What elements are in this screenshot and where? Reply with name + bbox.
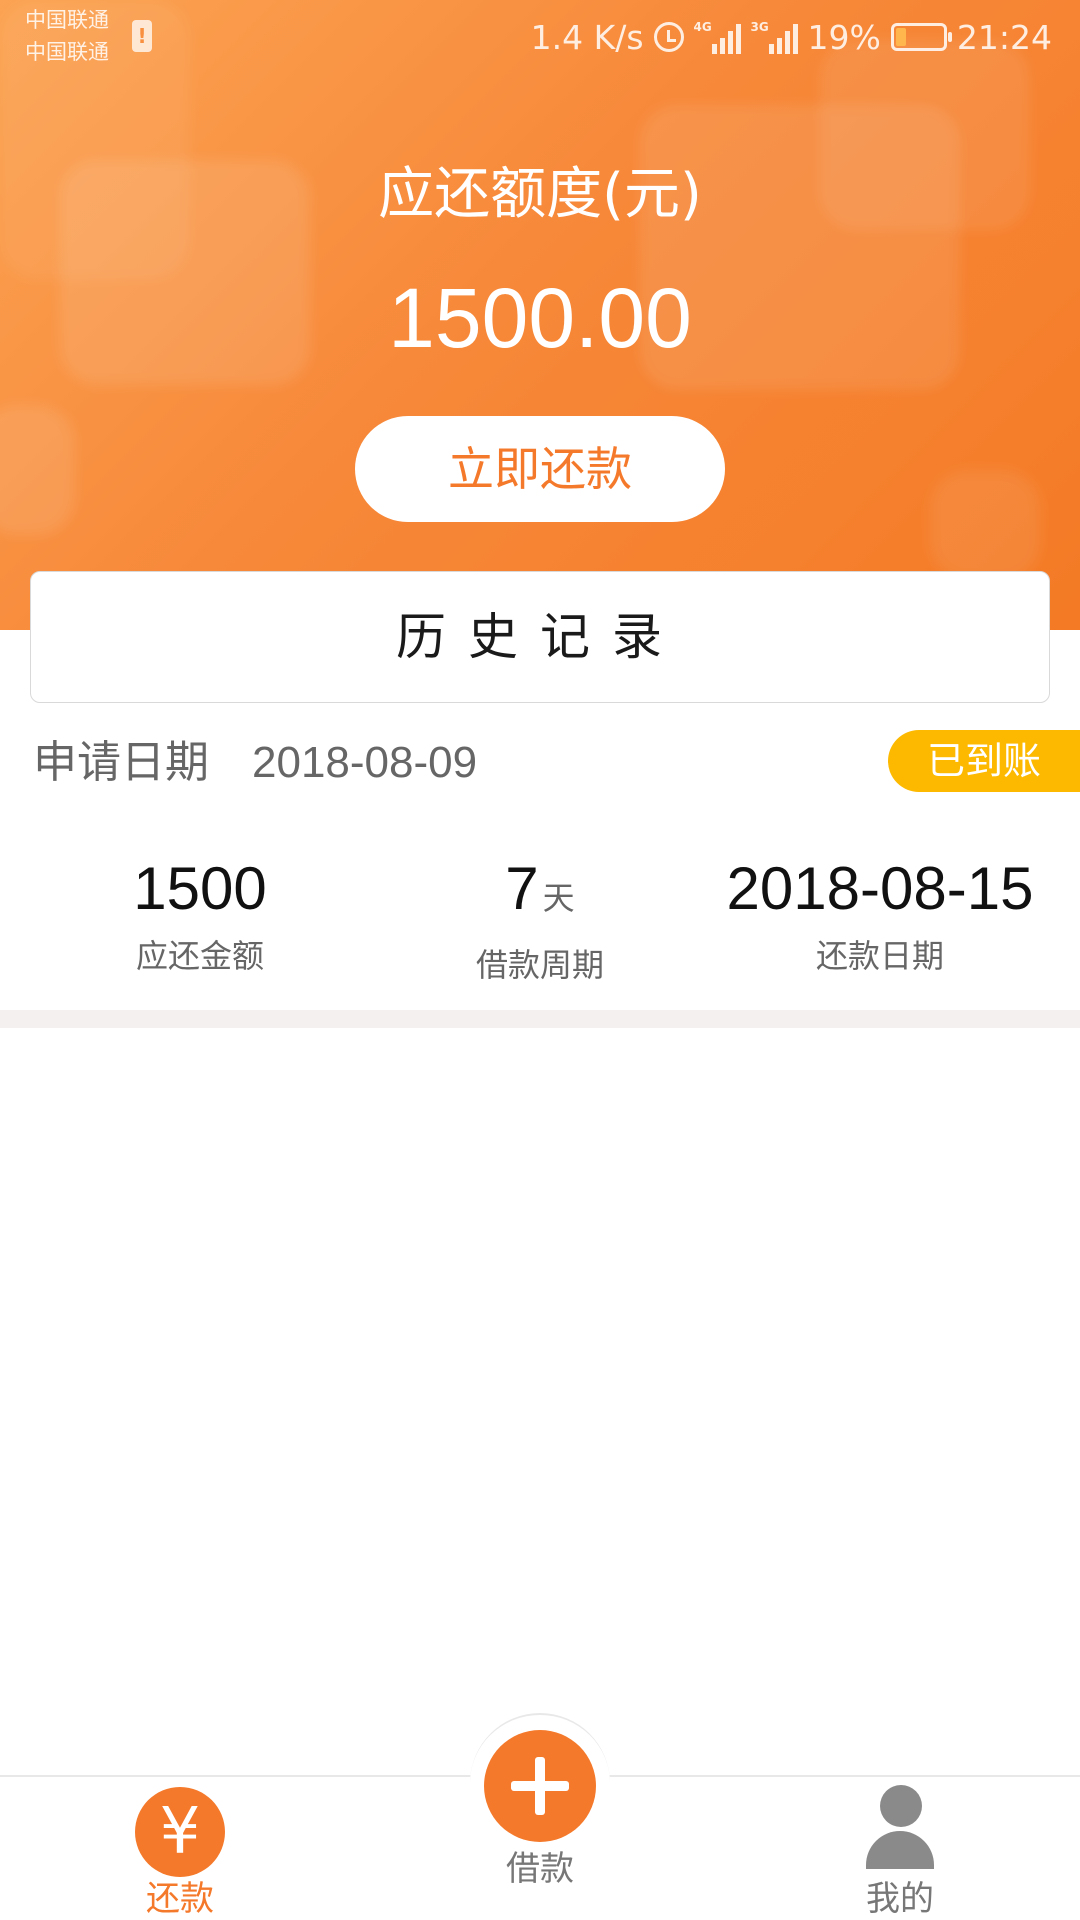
battery-percent: 19% xyxy=(807,17,881,57)
network-type: 3G xyxy=(750,20,769,34)
apply-date-value: 2018-08-09 xyxy=(252,738,478,787)
due-date-stat: 2018-08-15 还款日期 xyxy=(710,850,1050,984)
apply-date-label: 申请日期 xyxy=(33,737,209,788)
tab-borrow-label: 借款 xyxy=(506,1849,574,1889)
tab-mine[interactable]: 我的 xyxy=(790,1777,1010,1920)
history-records-button[interactable]: 历史记录 xyxy=(30,571,1050,703)
loan-period-stat: 7天 借款周期 xyxy=(370,850,710,993)
alarm-icon xyxy=(653,22,684,52)
loan-record[interactable]: 申请日期 2018-08-09 已到账 1500 应还金额 7天 借款周期 20… xyxy=(0,720,1080,1010)
amount-due-label: 应还额度(元) xyxy=(378,162,702,227)
repay-amount-value: 1500 xyxy=(133,855,267,922)
clock: 21:24 xyxy=(956,17,1052,57)
repay-now-button[interactable]: 立即还款 xyxy=(355,416,725,522)
plus-icon[interactable] xyxy=(484,1730,596,1842)
signal-icon: 3G xyxy=(751,20,798,54)
yuan-icon: ¥ xyxy=(135,1787,225,1877)
due-date-value: 2018-08-15 xyxy=(726,855,1034,922)
loan-period-label: 借款周期 xyxy=(475,946,604,984)
sim-alert-icon xyxy=(132,20,152,52)
amount-due-value: 1500.00 xyxy=(388,271,692,365)
status-badge: 已到账 xyxy=(888,730,1080,792)
user-icon xyxy=(866,1785,934,1881)
tab-repay[interactable]: ¥ 还款 xyxy=(70,1777,290,1920)
background-decoration xyxy=(0,405,75,535)
screen: 中国联通 中国联通 1.4 K/s 4G 3G 19% 21:24 应还额度(元… xyxy=(0,0,1080,1920)
battery-icon xyxy=(890,23,952,51)
carrier-label: 中国联通 xyxy=(25,40,109,64)
status-bar: 中国联通 中国联通 1.4 K/s 4G 3G 19% 21:24 xyxy=(0,0,1080,75)
section-divider xyxy=(0,1010,1080,1028)
tab-repay-label: 还款 xyxy=(146,1879,214,1919)
signal-icon: 4G xyxy=(694,20,741,54)
repay-amount-stat: 1500 应还金额 xyxy=(30,850,370,984)
due-date-label: 还款日期 xyxy=(815,937,944,975)
loan-period-unit: 天 xyxy=(542,879,575,917)
loan-period-value: 7 xyxy=(505,855,539,922)
repay-amount-label: 应还金额 xyxy=(135,937,264,975)
network-speed: 1.4 K/s xyxy=(530,17,644,57)
loan-period-value-row: 7天 xyxy=(370,850,710,937)
background-decoration xyxy=(930,470,1040,580)
network-type: 4G xyxy=(693,20,712,34)
tab-mine-label: 我的 xyxy=(866,1879,934,1919)
status-indicators: 1.4 K/s 4G 3G 19% 21:24 xyxy=(531,14,1052,60)
carrier-label: 中国联通 xyxy=(25,8,109,32)
header-banner: 中国联通 中国联通 1.4 K/s 4G 3G 19% 21:24 应还额度(元… xyxy=(0,0,1080,630)
